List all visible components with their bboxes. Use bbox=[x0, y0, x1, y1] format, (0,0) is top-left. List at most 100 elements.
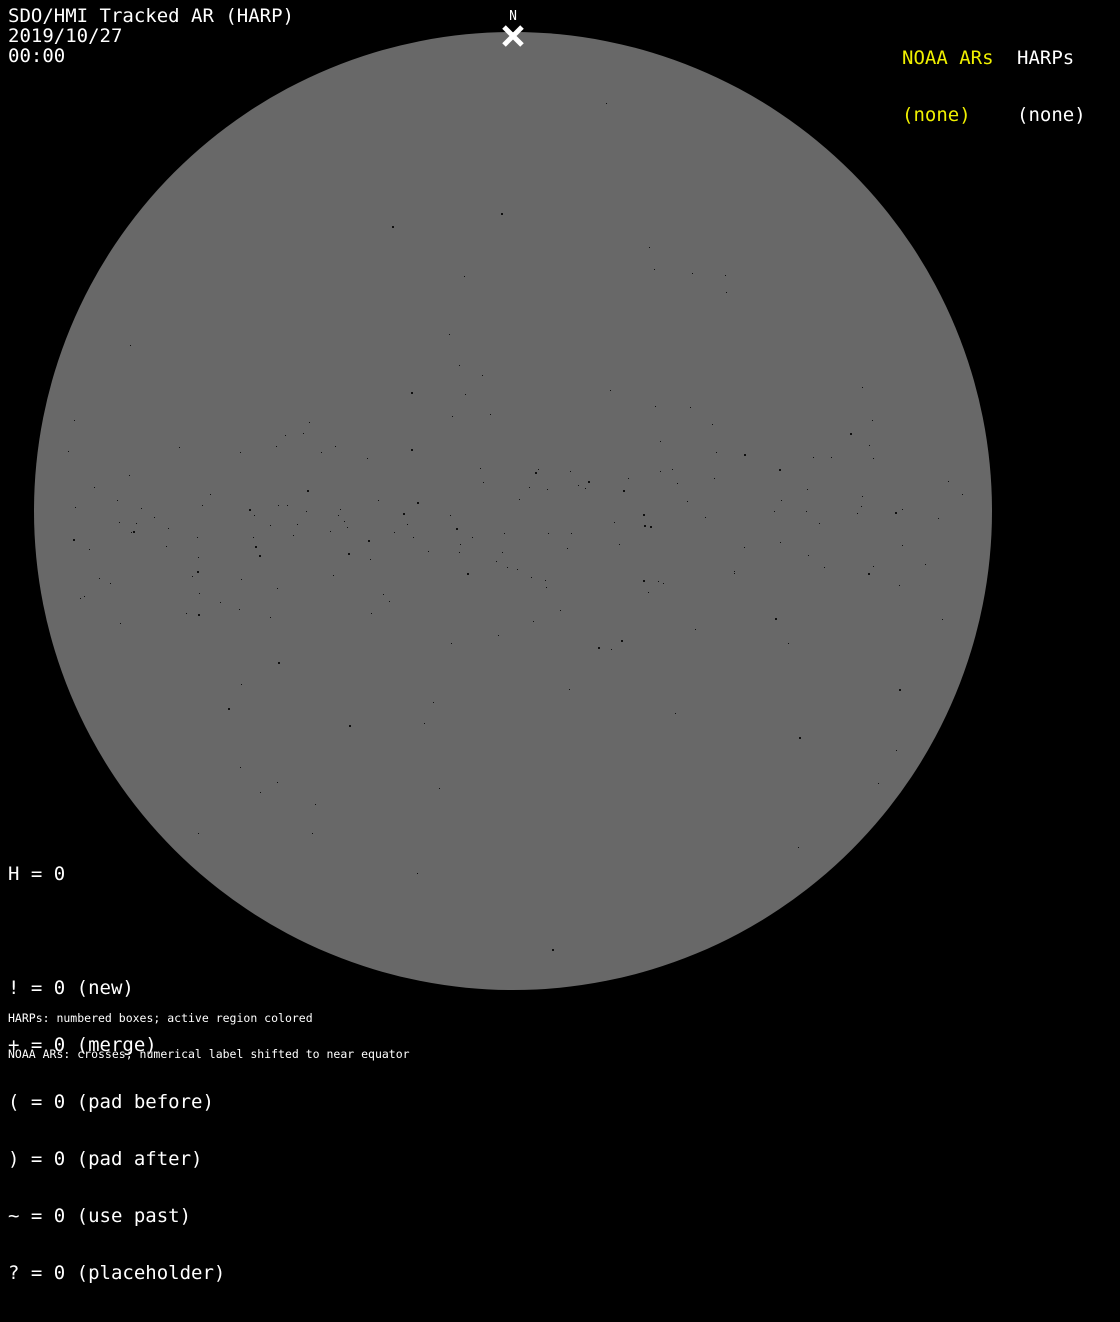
footnotes: HARPs: numbered boxes; active region col… bbox=[8, 987, 410, 1085]
speckle bbox=[285, 435, 286, 436]
speckle bbox=[780, 542, 781, 543]
speckle bbox=[166, 546, 167, 547]
speckle bbox=[75, 507, 76, 508]
speckle bbox=[552, 949, 554, 951]
speckle bbox=[411, 392, 413, 394]
speckle bbox=[538, 469, 539, 470]
speckle bbox=[808, 555, 809, 556]
speckle bbox=[734, 573, 735, 574]
speckle bbox=[899, 585, 900, 586]
speckle bbox=[533, 621, 534, 622]
speckle bbox=[775, 618, 777, 620]
speckle bbox=[68, 451, 69, 452]
speckle bbox=[869, 445, 870, 446]
speckle bbox=[660, 471, 661, 472]
speckle bbox=[307, 490, 309, 492]
speckle bbox=[270, 617, 271, 618]
speckle bbox=[411, 449, 413, 451]
speckle bbox=[611, 649, 612, 650]
speckle bbox=[198, 614, 200, 616]
speckle bbox=[774, 511, 775, 512]
speckle bbox=[873, 566, 874, 567]
legend-item-pad-after: ) = 0 (pad after) bbox=[8, 1148, 203, 1170]
speckle bbox=[117, 500, 118, 501]
speckle bbox=[899, 689, 901, 691]
speckle bbox=[606, 103, 607, 104]
speckle bbox=[136, 523, 137, 524]
speckle bbox=[942, 619, 943, 620]
speckle bbox=[186, 613, 187, 614]
speckle bbox=[716, 452, 717, 453]
speckle bbox=[690, 407, 691, 408]
speckle bbox=[459, 552, 460, 553]
speckle bbox=[378, 500, 379, 501]
speckle bbox=[744, 547, 745, 548]
speckle bbox=[654, 269, 655, 270]
speckle bbox=[547, 489, 548, 490]
speckle bbox=[675, 713, 676, 714]
speckle bbox=[278, 505, 279, 506]
speckle bbox=[452, 416, 453, 417]
speckle bbox=[482, 375, 483, 376]
speckle bbox=[197, 537, 198, 538]
speckle bbox=[333, 575, 334, 576]
speckle bbox=[239, 609, 240, 610]
speckle bbox=[824, 567, 825, 568]
speckle bbox=[330, 531, 331, 532]
speckle bbox=[813, 457, 814, 458]
speckle bbox=[129, 475, 130, 476]
speckle bbox=[806, 511, 807, 512]
speckle bbox=[726, 292, 727, 293]
speckle bbox=[407, 524, 408, 525]
speckle bbox=[588, 481, 590, 483]
speckle bbox=[413, 537, 414, 538]
speckle bbox=[643, 580, 645, 582]
speckle bbox=[650, 526, 652, 528]
speckle bbox=[705, 517, 706, 518]
speckle bbox=[74, 420, 75, 421]
harps-label: HARPs bbox=[1017, 47, 1075, 69]
speckle bbox=[695, 629, 696, 630]
speckle bbox=[335, 446, 336, 447]
speckle bbox=[459, 365, 460, 366]
speckle bbox=[451, 643, 452, 644]
speckle bbox=[73, 539, 75, 541]
speckle bbox=[560, 610, 561, 611]
speckle bbox=[344, 521, 345, 522]
speckle bbox=[548, 533, 549, 534]
speckle bbox=[519, 499, 520, 500]
speckle bbox=[658, 581, 659, 582]
speckle bbox=[94, 487, 95, 488]
speckle bbox=[649, 247, 650, 248]
speckle bbox=[287, 505, 288, 506]
speckle bbox=[872, 420, 873, 421]
header-date: 2019/10/27 bbox=[8, 25, 123, 47]
speckle bbox=[276, 446, 277, 447]
speckle bbox=[779, 469, 781, 471]
speckle bbox=[496, 561, 497, 562]
page-title: SDO/HMI Tracked AR (HARP) bbox=[8, 5, 294, 27]
speckle bbox=[807, 489, 808, 490]
speckle bbox=[259, 555, 261, 557]
speckle bbox=[545, 580, 546, 581]
speckle bbox=[895, 512, 897, 514]
footnote-noaa: NOAA ARs: crosses; numerical label shift… bbox=[8, 1047, 410, 1062]
speckle bbox=[179, 447, 180, 448]
speckle bbox=[465, 394, 466, 395]
north-label: N bbox=[509, 9, 517, 24]
speckle bbox=[644, 525, 646, 527]
speckle bbox=[862, 387, 863, 388]
speckle bbox=[610, 390, 611, 391]
speckle bbox=[253, 537, 254, 538]
speckle bbox=[896, 750, 897, 751]
speckle bbox=[619, 544, 620, 545]
speckle bbox=[788, 643, 789, 644]
speckle bbox=[131, 532, 132, 533]
speckle bbox=[303, 433, 304, 434]
legend-item-placeholder: ? = 0 (placeholder) bbox=[8, 1262, 226, 1284]
speckle bbox=[781, 500, 782, 501]
north-cross-icon bbox=[502, 25, 524, 47]
speckle bbox=[249, 509, 251, 511]
speckle bbox=[270, 525, 271, 526]
speckle bbox=[819, 523, 820, 524]
